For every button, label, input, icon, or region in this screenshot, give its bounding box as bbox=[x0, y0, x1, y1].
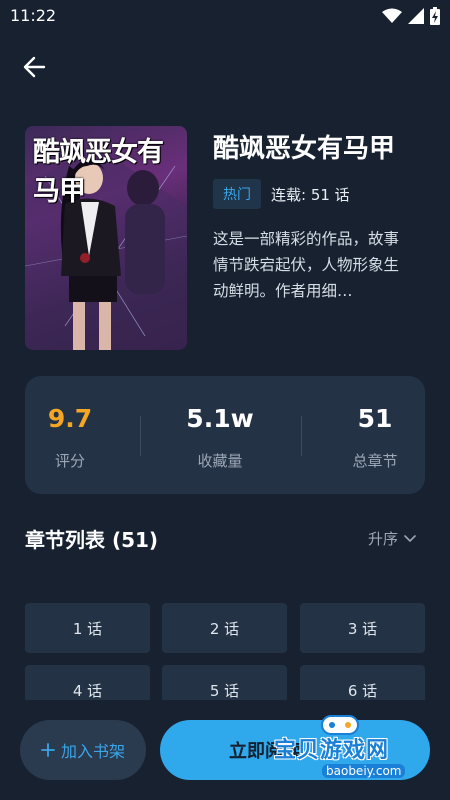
arrow-left-icon bbox=[23, 56, 46, 78]
status-icons bbox=[382, 7, 440, 25]
chapter-list-title: 章节列表 (51) bbox=[25, 528, 159, 552]
stat-score-label: 评分 bbox=[54, 452, 85, 470]
chapter-item[interactable]: 3 话 bbox=[300, 603, 425, 653]
watermark-text: 宝贝游戏网 bbox=[274, 738, 390, 763]
back-button[interactable] bbox=[20, 52, 52, 82]
status-bar: 11:22 bbox=[0, 0, 450, 32]
stat-chapters-value: 51 bbox=[357, 404, 393, 433]
plus-icon bbox=[41, 743, 55, 757]
add-to-shelf-label: 加入书架 bbox=[60, 742, 125, 761]
signal-icon bbox=[408, 8, 424, 24]
stat-divider bbox=[301, 416, 302, 456]
wifi-icon bbox=[382, 8, 402, 23]
stat-score-value: 9.7 bbox=[47, 404, 93, 433]
battery-icon bbox=[430, 7, 440, 25]
chapter-item[interactable]: 6 话 bbox=[300, 665, 425, 700]
book-title: 酷飒恶女有马甲 bbox=[213, 134, 396, 164]
hot-badge: 热门 bbox=[213, 179, 261, 209]
stat-divider bbox=[140, 416, 141, 456]
book-description: 这是一部精彩的作品，故事情节跌宕起伏，人物形象生动鲜明。作者用细… bbox=[213, 230, 400, 300]
stat-favorites-label: 收藏量 bbox=[197, 452, 243, 470]
cover-title: 酷飒恶女有马甲 bbox=[33, 137, 164, 207]
stats-card: 9.7 评分 5.1w 收藏量 51 总章节 bbox=[25, 376, 425, 494]
watermark: 宝贝游戏网 baobeiy.com bbox=[274, 712, 424, 792]
chapter-item[interactable]: 1 话 bbox=[25, 603, 150, 653]
add-to-shelf-button[interactable]: 加入书架 bbox=[20, 720, 146, 780]
chapter-item[interactable]: 5 话 bbox=[162, 665, 287, 700]
sort-toggle[interactable]: 升序 bbox=[368, 528, 416, 549]
stat-chapters-label: 总章节 bbox=[352, 452, 398, 470]
chapter-item[interactable]: 4 话 bbox=[25, 665, 150, 700]
stat-favorites-value: 5.1w bbox=[186, 404, 254, 433]
watermark-url: baobeiy.com bbox=[322, 764, 406, 778]
chapter-item[interactable]: 2 话 bbox=[162, 603, 287, 653]
sort-label: 升序 bbox=[368, 530, 399, 548]
chevron-down-icon bbox=[404, 534, 416, 542]
serial-status: 连载: 51 话 bbox=[271, 186, 350, 204]
chapter-grid: 1 话 2 话 3 话 4 话 5 话 6 话 bbox=[25, 603, 425, 700]
book-cover[interactable]: 酷飒恶女有马甲 bbox=[25, 126, 187, 350]
status-time: 11:22 bbox=[10, 6, 57, 25]
